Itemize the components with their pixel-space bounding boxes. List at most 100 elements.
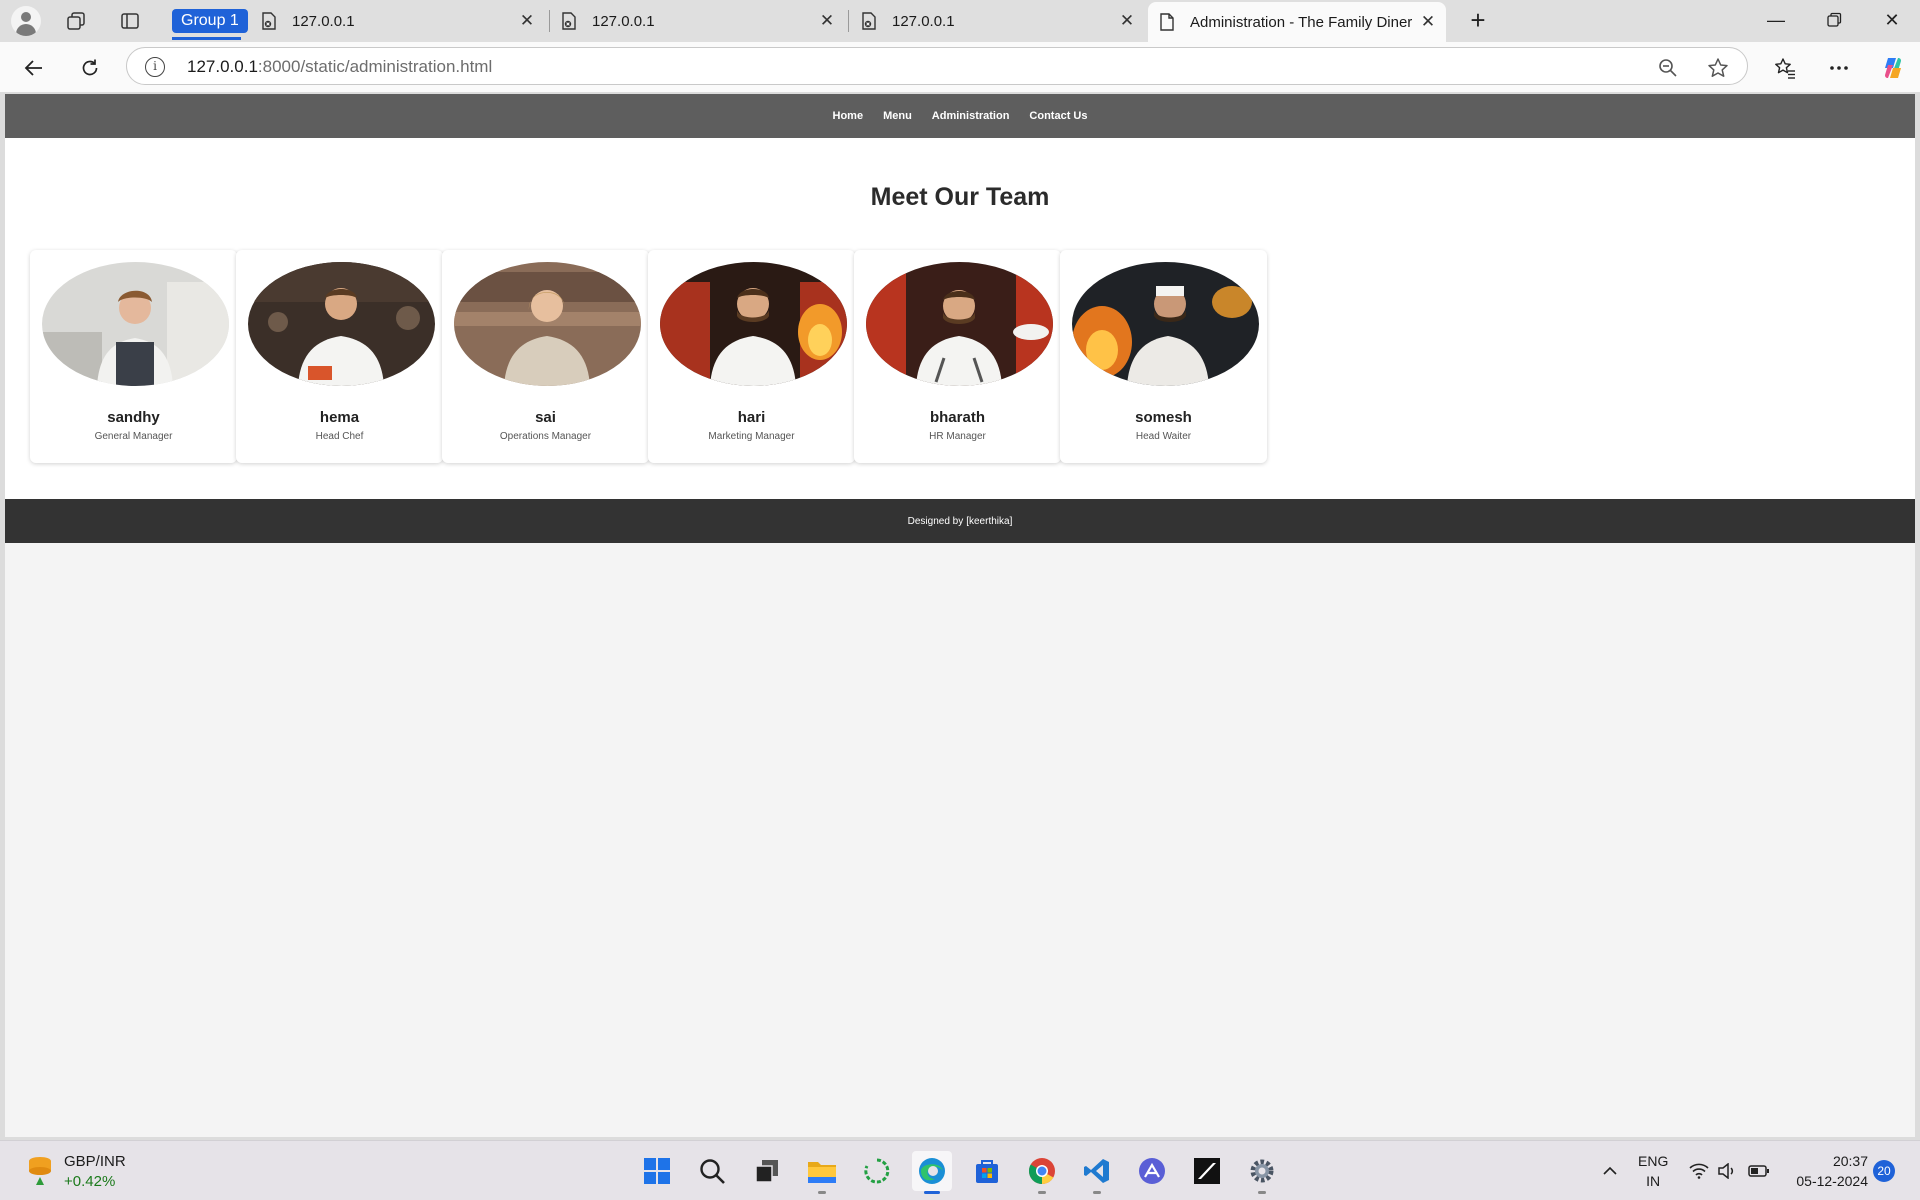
team-card: hema Head Chef bbox=[236, 250, 443, 463]
site-navbar: Home Menu Administration Contact Us bbox=[5, 94, 1915, 138]
vscode-icon[interactable] bbox=[1077, 1151, 1117, 1194]
page-viewport: Home Menu Administration Contact Us Meet… bbox=[5, 94, 1915, 1137]
language-code: ENG bbox=[1638, 1153, 1669, 1169]
region-code: IN bbox=[1646, 1173, 1661, 1189]
nav-home[interactable]: Home bbox=[833, 110, 864, 122]
running-indicator bbox=[818, 1191, 826, 1194]
terminal-app-icon[interactable] bbox=[1187, 1151, 1227, 1191]
tab-title: 127.0.0.1 bbox=[292, 12, 355, 30]
team-member-role: Head Waiter bbox=[1135, 431, 1192, 442]
search-icon[interactable] bbox=[692, 1151, 732, 1191]
team-member-photo bbox=[42, 262, 229, 386]
team-member-photo bbox=[660, 262, 847, 386]
new-tab-button[interactable]: + bbox=[1462, 6, 1494, 36]
team-member-photo bbox=[866, 262, 1053, 386]
nav-administration[interactable]: Administration bbox=[932, 110, 1010, 122]
input-language-indicator[interactable]: ENG IN bbox=[1638, 1151, 1668, 1191]
url-text[interactable]: 127.0.0.1:8000/static/administration.htm… bbox=[187, 57, 492, 77]
team-member-name: hema bbox=[319, 409, 360, 426]
tab-page-icon bbox=[560, 12, 578, 30]
close-tab-icon[interactable]: ✕ bbox=[1416, 10, 1440, 34]
running-indicator bbox=[924, 1191, 940, 1194]
running-indicator bbox=[1038, 1191, 1046, 1194]
close-window-button[interactable]: ✕ bbox=[1864, 0, 1920, 40]
market-widget-icon[interactable] bbox=[22, 1151, 58, 1187]
zoom-out-icon[interactable] bbox=[1655, 55, 1681, 81]
profile-avatar[interactable] bbox=[10, 5, 42, 37]
page-title: Meet Our Team bbox=[870, 183, 1050, 211]
task-view-icon[interactable] bbox=[747, 1151, 787, 1191]
refresh-app-icon[interactable] bbox=[857, 1151, 897, 1191]
footer-text: Designed by bbox=[907, 515, 964, 527]
team-member-photo bbox=[1072, 262, 1259, 386]
team-member-name: hari bbox=[737, 409, 766, 426]
battery-icon[interactable] bbox=[1745, 1153, 1773, 1189]
ticker-name[interactable]: GBP/INR bbox=[64, 1153, 126, 1170]
tab-separator bbox=[848, 10, 849, 32]
team-section: Meet Our Team sandhy General Manager hem… bbox=[5, 138, 1915, 499]
tab-group-chip[interactable]: Group 1 bbox=[172, 9, 248, 33]
more-options-icon[interactable] bbox=[1821, 50, 1857, 86]
file-explorer-icon[interactable] bbox=[802, 1151, 842, 1194]
nav-contact-us[interactable]: Contact Us bbox=[1029, 110, 1087, 122]
show-hidden-icons-chevron-icon[interactable] bbox=[1598, 1153, 1622, 1189]
running-indicator bbox=[1258, 1191, 1266, 1194]
browser-toolbar: i 127.0.0.1:8000/static/administration.h… bbox=[0, 42, 1920, 92]
nav-menu[interactable]: Menu bbox=[883, 110, 912, 122]
close-tab-icon[interactable]: ✕ bbox=[1115, 9, 1139, 33]
chrome-icon[interactable] bbox=[1022, 1151, 1062, 1194]
close-tab-icon[interactable]: ✕ bbox=[815, 9, 839, 33]
team-member-name: bharath bbox=[929, 409, 985, 426]
tab-group-underline bbox=[172, 37, 241, 40]
tab-active[interactable]: Administration - The Family Diner ✕ bbox=[1148, 2, 1446, 42]
team-card: sai Operations Manager bbox=[442, 250, 649, 463]
page-icon bbox=[1158, 13, 1176, 31]
team-card: hari Marketing Manager bbox=[648, 250, 855, 463]
team-card: somesh Head Waiter bbox=[1060, 250, 1267, 463]
team-card: bharath HR Manager bbox=[854, 250, 1061, 463]
tab-1[interactable]: 127.0.0.1 ✕ bbox=[250, 4, 545, 38]
wifi-icon[interactable] bbox=[1686, 1153, 1712, 1189]
tab-page-icon bbox=[860, 12, 878, 30]
restore-button[interactable] bbox=[1806, 0, 1862, 40]
system-clock[interactable]: 20:37 05-12-2024 bbox=[1790, 1151, 1868, 1191]
team-member-role: General Manager bbox=[94, 431, 173, 442]
url-path: :8000/static/administration.html bbox=[257, 57, 493, 76]
running-indicator bbox=[1093, 1191, 1101, 1194]
vertical-tabs-icon[interactable] bbox=[114, 5, 146, 37]
team-member-name: sai bbox=[535, 409, 556, 426]
windows-taskbar: GBP/INR +0.42% ENG IN 20:37 05-12-2024 2… bbox=[0, 1140, 1920, 1200]
team-member-role: Marketing Manager bbox=[708, 431, 795, 442]
favorites-icon[interactable] bbox=[1767, 50, 1803, 86]
site-info-icon[interactable]: i bbox=[145, 57, 165, 77]
settings-gear-icon[interactable] bbox=[1242, 1151, 1282, 1194]
tab-2[interactable]: 127.0.0.1 ✕ bbox=[550, 4, 845, 38]
tab-3[interactable]: 127.0.0.1 ✕ bbox=[850, 4, 1145, 38]
footer-designer: [keerthika] bbox=[966, 515, 1013, 527]
tab-title: 127.0.0.1 bbox=[592, 12, 655, 30]
browser-tab-bar: Group 1 127.0.0.1 ✕ 127.0.0.1 ✕ 127.0.0.… bbox=[0, 0, 1920, 42]
start-button[interactable] bbox=[637, 1151, 677, 1191]
ticker-change[interactable]: +0.42% bbox=[64, 1173, 115, 1190]
minimize-button[interactable]: — bbox=[1748, 0, 1804, 40]
refresh-icon[interactable] bbox=[72, 50, 108, 86]
copilot-icon[interactable] bbox=[1875, 50, 1911, 86]
notification-badge[interactable]: 20 bbox=[1873, 1160, 1895, 1182]
workspaces-icon[interactable] bbox=[60, 5, 92, 37]
back-arrow-icon[interactable] bbox=[16, 50, 52, 86]
microsoft-store-icon[interactable] bbox=[967, 1151, 1007, 1191]
tab-title: Administration - The Family Diner bbox=[1190, 13, 1413, 31]
tab-page-icon bbox=[260, 12, 278, 30]
site-footer: Designed by [keerthika] bbox=[5, 499, 1915, 543]
team-card: sandhy General Manager bbox=[30, 250, 237, 463]
app-launcher-icon[interactable] bbox=[1132, 1151, 1172, 1191]
team-member-photo bbox=[248, 262, 435, 386]
favorite-star-icon[interactable] bbox=[1705, 55, 1731, 81]
close-tab-icon[interactable]: ✕ bbox=[515, 9, 539, 33]
address-bar[interactable]: i 127.0.0.1:8000/static/administration.h… bbox=[126, 47, 1748, 85]
team-member-role: HR Manager bbox=[929, 431, 986, 442]
clock-time: 20:37 bbox=[1832, 1153, 1868, 1169]
edge-browser-icon[interactable] bbox=[912, 1151, 952, 1194]
tab-title: 127.0.0.1 bbox=[892, 12, 955, 30]
volume-icon[interactable] bbox=[1714, 1153, 1740, 1189]
